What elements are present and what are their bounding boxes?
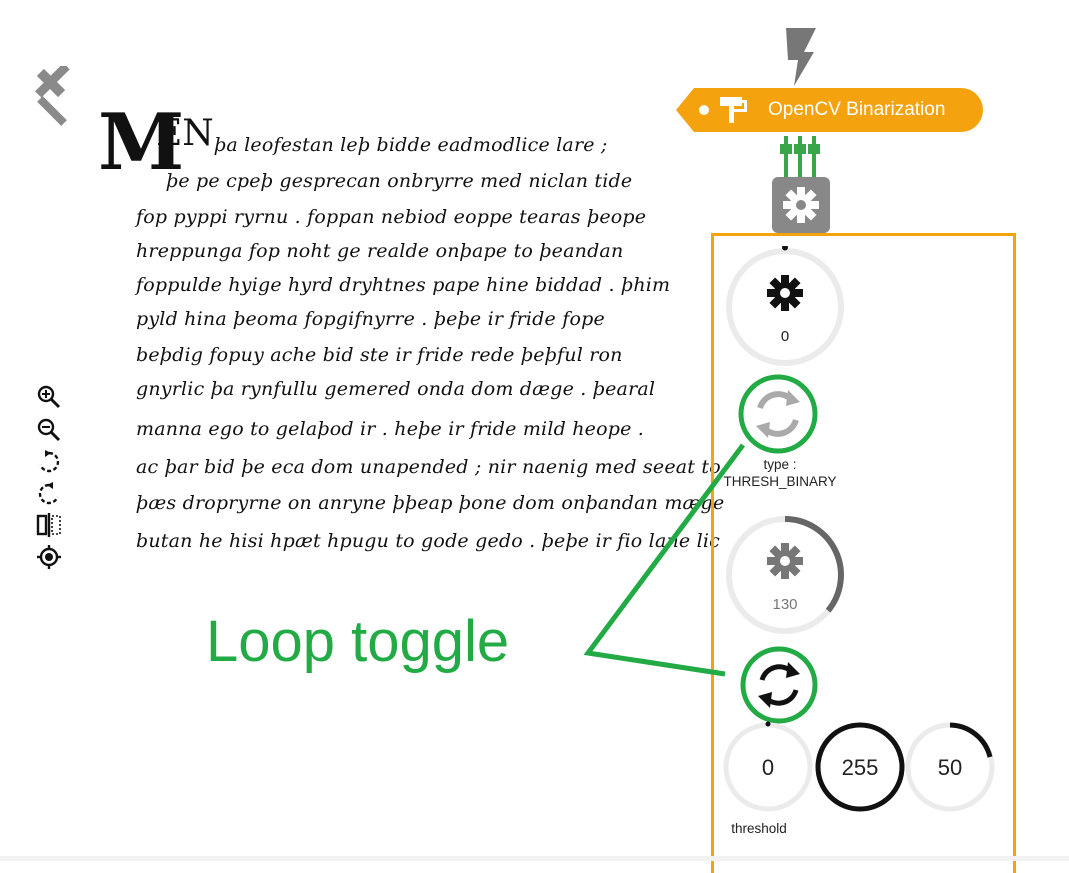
manuscript-line: ac þar bid þe eca dom unapended ; nir na… bbox=[136, 456, 721, 478]
manuscript-line: gnyrlic þa rynfullu gemered onda dom dæg… bbox=[136, 378, 656, 400]
threshold-max-knob[interactable]: 255 bbox=[814, 721, 906, 813]
threshold-label: threshold bbox=[731, 821, 787, 836]
node-gear-icon[interactable] bbox=[772, 177, 830, 233]
knob-value: 130 bbox=[772, 596, 798, 613]
knob-threshold-value[interactable]: 130 bbox=[724, 514, 846, 636]
pin-icon[interactable] bbox=[28, 63, 76, 130]
node-title: OpenCV Binarization bbox=[768, 99, 946, 120]
loop-toggle-type[interactable] bbox=[738, 374, 818, 454]
manuscript-line: hreppunga fop noht ge realde onþape to þ… bbox=[136, 240, 624, 262]
threshold-step-knob[interactable]: 50 bbox=[904, 721, 996, 813]
zoom-out-icon[interactable] bbox=[36, 417, 62, 443]
manuscript-line: manna ego to gelaþod ir . heþe ir fride … bbox=[136, 418, 645, 440]
rotate-left-icon[interactable] bbox=[36, 449, 62, 475]
flip-horizontal-icon[interactable] bbox=[36, 512, 62, 538]
manuscript-line: þe pe cpeþ gesprecan onbryrre med niclan… bbox=[166, 170, 633, 192]
knob-type-index[interactable]: 0 bbox=[724, 244, 846, 368]
bottom-divider bbox=[0, 856, 1069, 861]
paint-roller-icon bbox=[720, 97, 748, 128]
manuscript-line: þæs dropryrne on anryne þþeap þone dom o… bbox=[136, 492, 725, 514]
manuscript-line: fop pyppi ryrnu . foppan nebiod eoppe te… bbox=[136, 206, 647, 228]
threshold-max-value: 255 bbox=[841, 755, 879, 780]
lightning-bolt-icon[interactable] bbox=[782, 28, 818, 86]
threshold-min-value: 0 bbox=[761, 755, 775, 780]
manuscript-line: beþdig fopuy ache bid ste ir fride rede … bbox=[136, 344, 623, 366]
type-label: type : THRESH_BINARY bbox=[723, 457, 837, 489]
manuscript-line: þa leofestan leþ bidde eadmodlice lare ; bbox=[214, 134, 608, 156]
knob-value: 0 bbox=[780, 328, 790, 345]
node-header[interactable]: OpenCV Binarization bbox=[676, 86, 985, 134]
loop-toggle-threshold[interactable] bbox=[740, 646, 818, 724]
parameter-panel: 0 type : THRESH_BINARY 130 0 255 50 thre… bbox=[711, 233, 1016, 873]
annotation-label: Loop toggle bbox=[206, 609, 510, 674]
recenter-icon[interactable] bbox=[36, 544, 62, 570]
threshold-min-knob[interactable]: 0 bbox=[722, 721, 814, 813]
manuscript-image: M EN þa leofestan leþ bidde eadmodlice l… bbox=[92, 100, 724, 570]
threshold-step-value: 50 bbox=[937, 755, 963, 780]
manuscript-line: foppulde hyige hyrd dryhtnes pape hine b… bbox=[136, 274, 671, 296]
manuscript-line: pyld hina þeoma fopgifnyrre . þeþe ir fr… bbox=[136, 308, 605, 330]
rotate-right-icon[interactable] bbox=[36, 481, 62, 507]
input-connectors[interactable] bbox=[780, 136, 824, 178]
zoom-in-icon[interactable] bbox=[36, 384, 62, 410]
manuscript-line: butan he hisi hpæt hpugu to gode gedo . … bbox=[136, 530, 720, 552]
manuscript-initial-rest: EN bbox=[156, 113, 214, 154]
